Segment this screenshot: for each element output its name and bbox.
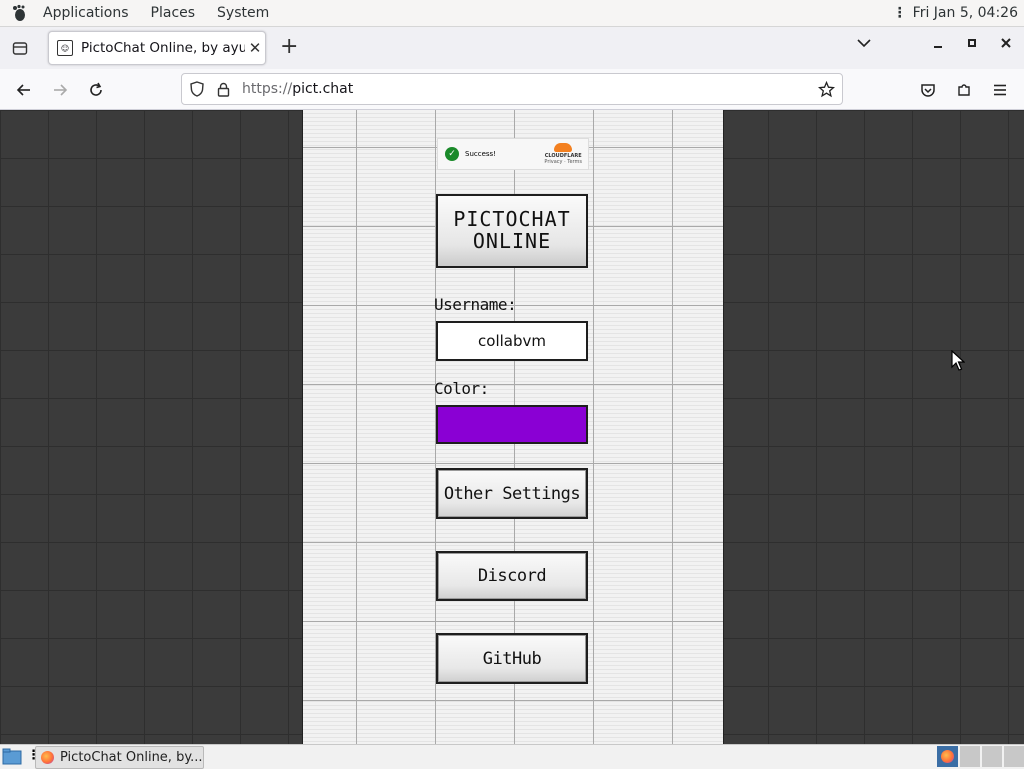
back-arrow-icon[interactable] (13, 79, 35, 101)
captcha-links[interactable]: Privacy · Terms (544, 159, 582, 165)
workspace-4[interactable] (1004, 746, 1024, 767)
applications-menu[interactable]: Applications (35, 5, 137, 21)
lock-icon[interactable] (217, 82, 233, 97)
navigation-toolbar: https://pict.chat (0, 69, 1024, 110)
discord-button[interactable]: Discord (436, 551, 588, 601)
chevron-down-icon[interactable] (857, 36, 871, 52)
mouse-pointer-icon (951, 350, 965, 371)
color-picker[interactable] (436, 405, 588, 444)
cloudflare-logo: CLOUDFLARE Privacy · Terms (544, 143, 582, 165)
url-bar[interactable]: https://pict.chat (181, 73, 843, 105)
bottom-panel: ⋮ PictoChat Online, by... (0, 744, 1024, 769)
pictochat-logo: PICTOCHAT ONLINE (436, 194, 588, 268)
hamburger-menu-icon[interactable] (989, 79, 1011, 101)
workspace-1[interactable] (937, 746, 958, 767)
cloud-icon (554, 143, 573, 152)
bookmark-star-icon[interactable] (818, 80, 835, 98)
url-text[interactable]: https://pict.chat (242, 81, 353, 97)
other-settings-button[interactable]: Other Settings (436, 468, 588, 519)
tab-strip: ☺ PictoChat Online, by ayunami ✕ + (0, 27, 1024, 69)
show-desktop-icon[interactable] (2, 748, 22, 769)
forward-arrow-icon[interactable] (49, 79, 71, 101)
tab-title: PictoChat Online, by ayunami (81, 40, 245, 56)
minimize-icon[interactable] (932, 37, 944, 53)
captcha-widget[interactable]: ✓ Success! CLOUDFLARE Privacy · Terms (437, 138, 589, 170)
username-input[interactable]: collabvm (436, 321, 588, 361)
gnome-foot-icon[interactable] (9, 3, 29, 23)
success-check-icon: ✓ (445, 147, 459, 161)
pictochat-favicon-icon: ☺ (57, 40, 73, 56)
close-tab-icon[interactable]: ✕ (245, 39, 265, 57)
top-panel: Applications Places System ⋮ Fri Jan 5, … (0, 0, 1024, 27)
system-menu[interactable]: System (209, 5, 277, 21)
close-window-icon[interactable] (1000, 37, 1012, 53)
maximize-icon[interactable] (966, 37, 978, 53)
tab-pictochat[interactable]: ☺ PictoChat Online, by ayunami ✕ (48, 31, 266, 65)
firefox-view-icon[interactable] (0, 40, 40, 56)
captcha-status: Success! (465, 150, 496, 158)
places-menu[interactable]: Places (143, 5, 204, 21)
pocket-icon[interactable] (917, 79, 939, 101)
taskbar-window-button[interactable]: PictoChat Online, by... (35, 746, 204, 769)
new-tab-plus-icon[interactable]: + (280, 36, 298, 58)
color-label: Color: (434, 379, 489, 398)
github-button[interactable]: GitHub (436, 633, 588, 684)
extensions-puzzle-icon[interactable] (953, 79, 975, 101)
reload-icon[interactable] (85, 79, 107, 101)
clock[interactable]: Fri Jan 5, 04:26 (913, 5, 1018, 21)
tracking-shield-icon[interactable] (190, 81, 208, 97)
username-label: Username: (434, 295, 517, 314)
vertical-dots-icon[interactable]: ⋮ (893, 5, 907, 21)
firefox-icon (941, 750, 954, 763)
firefox-icon (41, 751, 54, 764)
workspace-2[interactable] (960, 746, 980, 767)
workspace-3[interactable] (982, 746, 1002, 767)
